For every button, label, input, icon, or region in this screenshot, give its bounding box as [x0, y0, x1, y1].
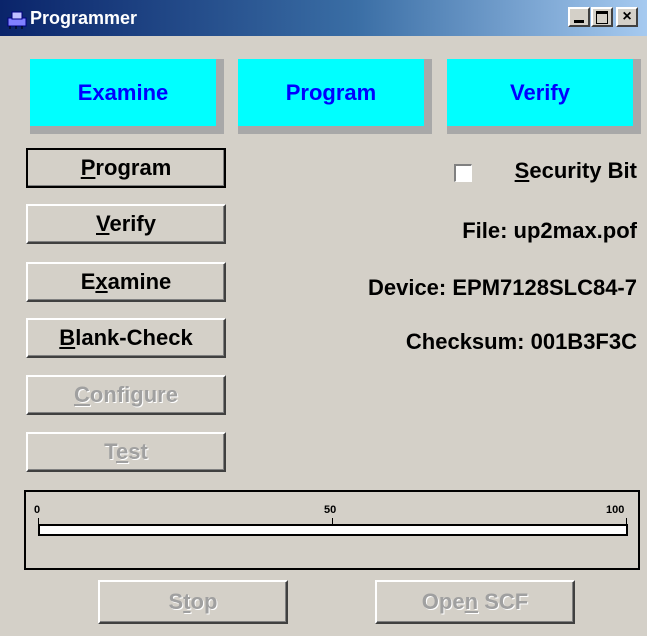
button-label: Stop — [168, 589, 218, 614]
button-label: Configure — [74, 382, 178, 407]
test-button[interactable]: Test — [26, 432, 226, 472]
programmer-window: Programmer × Examine Program Verify Prog… — [0, 0, 647, 636]
blank-check-button[interactable]: Blank-Check — [26, 318, 226, 358]
minimize-icon — [574, 20, 584, 23]
checksum-info: Checksum: 001B3F3C — [405, 329, 637, 354]
button-label: Verify — [96, 211, 156, 236]
mode-tile-program: Program — [238, 59, 432, 134]
open-scf-button[interactable]: Open SCF — [375, 580, 575, 624]
stop-button[interactable]: Stop — [98, 580, 288, 624]
device-info: Device: EPM7128SLC84-7 — [367, 275, 637, 300]
close-icon: × — [622, 8, 632, 25]
mode-tile-label: Verify — [510, 79, 570, 105]
verify-button[interactable]: Verify — [26, 204, 226, 244]
progress-tick-label: 100 — [606, 504, 625, 516]
security-bit-checkbox[interactable] — [454, 164, 472, 182]
configure-button[interactable]: Configure — [26, 375, 226, 415]
mode-tile-label: Examine — [77, 79, 169, 105]
progress-bar — [38, 524, 628, 536]
button-label: Blank-Check — [59, 325, 193, 350]
button-label: Examine — [80, 269, 172, 294]
window-title: Programmer — [30, 8, 138, 28]
button-label: Test — [104, 439, 148, 464]
maximize-icon — [596, 10, 608, 24]
button-label: Program — [80, 155, 172, 180]
program-button[interactable]: Program — [26, 148, 226, 188]
title-bar[interactable]: Programmer × — [0, 0, 647, 36]
file-info: File: up2max.pof — [462, 218, 637, 243]
progress-tick-label: 50 — [324, 504, 337, 516]
security-bit-label[interactable]: Security Bit — [515, 158, 637, 184]
button-label: Security Bit — [514, 158, 637, 183]
progress-tick-label: 0 — [34, 504, 41, 516]
mode-tile-examine: Examine — [30, 59, 224, 134]
close-button[interactable]: × — [616, 7, 638, 27]
examine-button[interactable]: Examine — [26, 262, 226, 302]
button-label: Open SCF — [421, 589, 529, 614]
programmer-app-icon — [7, 11, 27, 29]
mode-tile-verify: Verify — [447, 59, 641, 134]
progress-panel: 0 50 100 — [24, 490, 640, 570]
mode-tile-label: Program — [285, 79, 377, 105]
maximize-button[interactable] — [591, 7, 613, 27]
minimize-button[interactable] — [568, 7, 590, 27]
